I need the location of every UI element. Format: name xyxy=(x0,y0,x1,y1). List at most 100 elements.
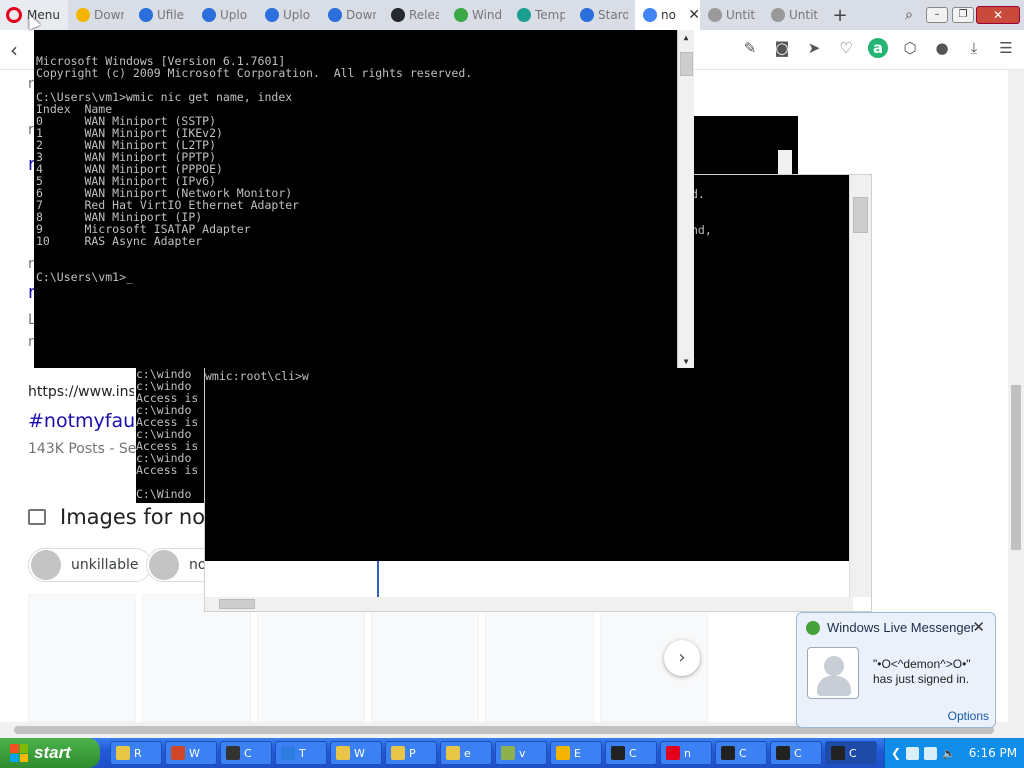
console-scroll-thumb[interactable] xyxy=(853,197,868,233)
browser-tab[interactable]: Uplo xyxy=(257,0,320,30)
tab-label: no xyxy=(661,8,676,22)
tab-close-icon[interactable]: ✕ xyxy=(688,7,700,23)
browser-tab[interactable]: Stard xyxy=(572,0,635,30)
result-title-link[interactable]: #notmyfault xyxy=(28,410,148,432)
console-vertical-scrollbar[interactable] xyxy=(849,175,871,597)
taskbar-task-button[interactable]: P xyxy=(385,741,437,765)
taskbar-task-button[interactable]: n xyxy=(660,741,712,765)
clock: 6:16 PM xyxy=(968,746,1018,760)
taskbar-task-button[interactable]: C xyxy=(605,741,657,765)
task-app-icon xyxy=(446,746,460,760)
scroll-up-icon[interactable]: ▲ xyxy=(678,32,694,44)
avatar xyxy=(807,647,859,699)
task-app-icon xyxy=(116,746,130,760)
edit-icon[interactable]: ✎ xyxy=(740,38,760,58)
gallery-image[interactable] xyxy=(142,594,251,722)
messenger-logo-icon xyxy=(806,621,820,635)
taskbar-task-button[interactable]: C xyxy=(715,741,767,765)
browser-tab-bar: Menu DownUfileUploUploDownReleaWindTempS… xyxy=(0,0,1024,30)
gallery-image[interactable] xyxy=(256,594,365,722)
heart-icon[interactable]: ♡ xyxy=(836,38,856,58)
chip-unkillable[interactable]: unkillable xyxy=(28,548,152,582)
tab-favicon-icon xyxy=(580,8,594,22)
taskbar-task-button[interactable]: W xyxy=(330,741,382,765)
tab-favicon-icon xyxy=(202,8,216,22)
taskbar-task-button[interactable]: C xyxy=(770,741,822,765)
taskbar-task-button[interactable]: T xyxy=(275,741,327,765)
browser-tab[interactable]: no ✕ xyxy=(635,0,700,30)
images-section-heading[interactable]: Images for notn xyxy=(28,505,227,529)
easy-setup-icon[interactable]: ☰ xyxy=(996,38,1016,58)
console-vertical-scrollbar[interactable]: ▲ ▼ xyxy=(677,30,694,368)
send-icon[interactable]: ➤ xyxy=(804,38,824,58)
console-line: C:\Windo xyxy=(136,487,192,501)
gallery-image[interactable] xyxy=(485,594,594,722)
new-tab-button[interactable]: + xyxy=(826,5,854,26)
close-window-button[interactable]: ✕ xyxy=(976,6,1020,24)
console-scroll-thumb[interactable] xyxy=(680,52,693,76)
console-scroll-thumb[interactable] xyxy=(778,150,792,174)
tab-favicon-icon xyxy=(708,8,722,22)
gallery-image[interactable] xyxy=(28,594,137,722)
taskbar-buttons: R W C T W Pe v E Cn C C C xyxy=(110,741,877,765)
download-icon[interactable]: ⤓ xyxy=(964,38,984,58)
scroll-down-icon[interactable]: ▼ xyxy=(678,356,694,368)
messenger-notification[interactable]: Windows Live Messenger ✕ "•O<^demon^>O•"… xyxy=(796,612,996,728)
taskbar-task-button[interactable]: v xyxy=(495,741,547,765)
tab-favicon-icon xyxy=(643,8,657,22)
tray-app-icon[interactable] xyxy=(906,746,920,760)
tab-favicon-icon xyxy=(76,8,90,22)
tab-favicon-icon xyxy=(517,8,531,22)
gallery-next-arrow-icon[interactable]: › xyxy=(664,640,700,676)
scroll-thumb[interactable] xyxy=(1011,385,1021,550)
browser-tab[interactable]: Uplo xyxy=(194,0,257,30)
console-line: Copyright (c) 2009 Microsoft Corporation… xyxy=(36,66,473,80)
task-app-icon xyxy=(556,746,570,760)
taskbar-task-button[interactable]: C xyxy=(825,741,877,765)
tab-label: Untitle xyxy=(789,8,819,22)
console-horizontal-scrollbar[interactable] xyxy=(205,597,853,611)
console-window-front[interactable]: Microsoft Windows [Version 6.1.7601] Copy… xyxy=(34,30,694,368)
page-vertical-scrollbar[interactable] xyxy=(1008,70,1024,722)
camera-icon[interactable]: ◙ xyxy=(772,38,792,58)
cube-icon[interactable]: ⬡ xyxy=(900,38,920,58)
browser-tab[interactable]: Relea xyxy=(383,0,446,30)
volume-icon[interactable]: 🔈 xyxy=(942,747,956,760)
console-line: 10 RAS Async Adapter xyxy=(36,234,203,248)
options-link[interactable]: Options xyxy=(948,709,989,723)
profile-icon[interactable]: ● xyxy=(932,38,952,58)
taskbar-task-button[interactable]: R xyxy=(110,741,162,765)
task-label: v xyxy=(519,746,526,760)
console-scroll-thumb[interactable] xyxy=(219,599,255,609)
taskbar-task-button[interactable]: e xyxy=(440,741,492,765)
start-button[interactable]: start xyxy=(0,738,100,768)
maximize-button[interactable]: ❐ xyxy=(952,7,974,23)
browser-tab[interactable]: Ufile xyxy=(131,0,194,30)
gallery-image[interactable] xyxy=(370,594,480,722)
browser-tab[interactable]: Untitle xyxy=(763,0,826,30)
browser-tab[interactable]: Down xyxy=(320,0,383,30)
browser-tab[interactable]: Down xyxy=(68,0,131,30)
taskbar-task-button[interactable]: W xyxy=(165,741,217,765)
browser-tab[interactable]: Wind xyxy=(446,0,509,30)
browser-tab[interactable]: Untitle xyxy=(700,0,763,30)
tray-expand-icon[interactable]: ❮ xyxy=(891,746,901,760)
close-icon[interactable]: ✕ xyxy=(972,618,985,636)
browser-tab[interactable]: Temp xyxy=(509,0,572,30)
search-tabs-icon[interactable]: ⌕ xyxy=(894,7,924,23)
task-app-icon xyxy=(611,746,625,760)
console-window-back[interactable]: c:\windo c:\windo Access is c:\windo Access … xyxy=(136,368,206,503)
back-arrow-icon[interactable]: ‹ xyxy=(10,38,18,62)
window-controls: ⌕ – ❐ ✕ xyxy=(894,0,1024,30)
aria-icon[interactable]: a xyxy=(868,38,888,58)
task-label: C xyxy=(629,746,637,760)
taskbar-task-button[interactable]: E xyxy=(550,741,602,765)
tray-network-icon[interactable] xyxy=(924,746,938,760)
minimize-button[interactable]: – xyxy=(926,7,948,23)
task-app-icon xyxy=(776,746,790,760)
result-url[interactable]: https://www.instag xyxy=(28,384,134,400)
tab-label: Ufile xyxy=(157,8,185,22)
taskbar-task-button[interactable]: C xyxy=(220,741,272,765)
